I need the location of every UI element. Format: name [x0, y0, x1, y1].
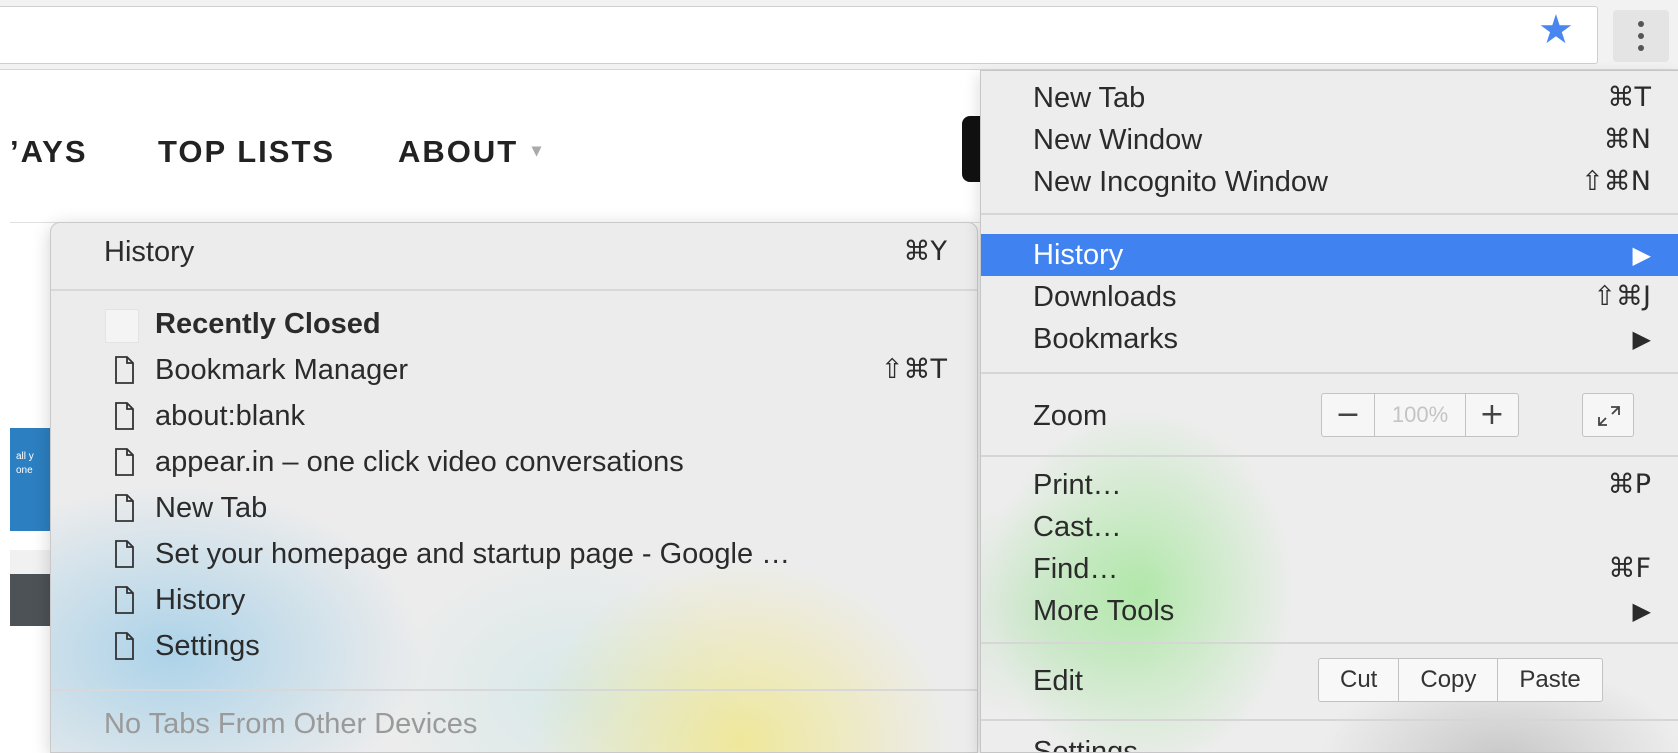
submenu-history-item[interactable]: History ⌘Y	[51, 229, 977, 275]
recently-closed-item-label: New Tab	[155, 492, 268, 524]
zoom-out-button[interactable]: −	[1322, 394, 1374, 436]
no-tabs-other-devices: No Tabs From Other Devices	[51, 701, 977, 747]
menu-separator	[981, 213, 1678, 215]
zoom-level: 100%	[1374, 394, 1466, 436]
menu-dot	[1638, 33, 1644, 39]
document-icon	[115, 540, 134, 568]
history-submenu: History ⌘Y Recently Closed Bookmark Mana…	[50, 222, 978, 753]
document-icon	[115, 356, 134, 384]
menu-separator	[981, 372, 1678, 374]
recently-closed-item-label: Set your homepage and startup page - Goo…	[155, 538, 791, 570]
menu-item-label: Downloads	[1033, 281, 1177, 313]
shortcut-label: ⇧⌘J	[1593, 281, 1651, 312]
menu-item-label: Cast…	[1033, 511, 1122, 543]
document-icon	[115, 586, 134, 614]
menu-item-bookmarks[interactable]: Bookmarks ▶	[981, 318, 1678, 360]
menu-separator	[51, 689, 977, 691]
menu-item-label: Print…	[1033, 469, 1122, 501]
recently-closed-item[interactable]: History	[51, 577, 977, 623]
menu-item-label: Zoom	[1033, 400, 1108, 432]
menu-item-label: New Incognito Window	[1033, 166, 1328, 198]
recently-closed-item-label: about:blank	[155, 400, 305, 432]
nav-link-ways[interactable]: ’AYS	[10, 134, 88, 170]
chrome-main-menu: New Tab ⌘T New Window ⌘N New Incognito W…	[980, 70, 1678, 753]
browser-toolbar: ★	[0, 0, 1678, 70]
menu-item-print[interactable]: Print… ⌘P	[981, 464, 1678, 506]
submenu-arrow-icon: ▶	[1632, 597, 1651, 625]
shortcut-label: ⌘T	[1607, 82, 1652, 113]
shortcut-label: ⌘N	[1603, 124, 1651, 155]
menu-item-downloads[interactable]: Downloads ⇧⌘J	[981, 276, 1678, 318]
menu-separator	[981, 719, 1678, 721]
menu-item-label: Find…	[1033, 553, 1119, 585]
copy-button[interactable]: Copy	[1398, 659, 1497, 701]
edit-controls: Cut Copy Paste	[1318, 658, 1603, 702]
menu-item-edit: Edit Cut Copy Paste	[981, 658, 1678, 704]
menu-separator	[51, 289, 977, 291]
document-icon	[115, 494, 134, 522]
recently-closed-heading: Recently Closed	[51, 301, 977, 347]
no-tabs-label: No Tabs From Other Devices	[104, 708, 478, 740]
star-icon[interactable]: ★	[1538, 10, 1574, 50]
menu-item-history[interactable]: History ▶	[981, 234, 1678, 276]
recently-closed-item[interactable]: Settings	[51, 623, 977, 669]
menu-item-find[interactable]: Find… ⌘F	[981, 548, 1678, 590]
recently-closed-item-label: History	[155, 584, 246, 616]
menu-item-zoom: Zoom − 100% +	[981, 393, 1678, 439]
nav-link-about[interactable]: ABOUT	[398, 134, 518, 170]
menu-item-label: Settings	[1033, 736, 1138, 753]
shortcut-label: ⌘Y	[903, 236, 948, 267]
recently-closed-item-label: appear.in – one click video conversation…	[155, 446, 684, 478]
fullscreen-button[interactable]	[1582, 393, 1634, 437]
nav-link-top-lists[interactable]: TOP LISTS	[158, 134, 335, 170]
menu-item-label: New Tab	[1033, 82, 1146, 114]
zoom-control: − 100% +	[1321, 393, 1519, 437]
cut-button[interactable]: Cut	[1319, 659, 1398, 701]
menu-item-label: New Window	[1033, 124, 1203, 156]
recently-closed-item[interactable]: Bookmark Manager ⇧⌘T	[51, 347, 977, 393]
shortcut-label: ⌘P	[1607, 469, 1651, 500]
recently-closed-item[interactable]: about:blank	[51, 393, 977, 439]
recently-closed-item-label: Bookmark Manager	[155, 354, 409, 386]
shortcut-label: ⌘F	[1608, 553, 1651, 584]
shortcut-label: ⇧⌘N	[1581, 166, 1651, 197]
menu-item-cast[interactable]: Cast…	[981, 506, 1678, 548]
menu-item-new-window[interactable]: New Window ⌘N	[981, 119, 1678, 161]
recently-closed-icon	[105, 309, 139, 343]
menu-separator	[981, 642, 1678, 644]
zoom-in-button[interactable]: +	[1466, 394, 1518, 436]
menu-item-label: Bookmarks	[1033, 323, 1179, 355]
menu-item-more-tools[interactable]: More Tools ▶	[981, 590, 1678, 632]
document-icon	[115, 632, 134, 660]
menu-item-label: More Tools	[1033, 595, 1175, 627]
menu-item-settings[interactable]: Settings	[981, 731, 1678, 753]
recently-closed-item-label: Settings	[155, 630, 260, 662]
shortcut-label: ⇧⌘T	[880, 354, 947, 385]
chevron-down-icon: ▾	[532, 140, 544, 160]
paste-button[interactable]: Paste	[1497, 659, 1601, 701]
recently-closed-item[interactable]: appear.in – one click video conversation…	[51, 439, 977, 485]
menu-item-label: History	[1033, 239, 1124, 271]
fullscreen-icon	[1598, 406, 1620, 426]
kebab-menu-icon[interactable]	[1613, 10, 1669, 62]
submenu-arrow-icon: ▶	[1632, 325, 1651, 353]
address-bar[interactable]	[0, 6, 1598, 64]
recently-closed-item[interactable]: New Tab	[51, 485, 977, 531]
menu-dot	[1638, 21, 1644, 27]
document-icon	[115, 448, 134, 476]
recently-closed-item[interactable]: Set your homepage and startup page - Goo…	[51, 531, 977, 577]
menu-item-new-tab[interactable]: New Tab ⌘T	[981, 77, 1678, 119]
recently-closed-label: Recently Closed	[155, 308, 381, 340]
submenu-history-label: History	[104, 236, 195, 268]
menu-item-label: Edit	[1033, 665, 1083, 697]
menu-item-new-incognito-window[interactable]: New Incognito Window ⇧⌘N	[981, 161, 1678, 203]
menu-separator	[981, 455, 1678, 457]
menu-dot	[1638, 45, 1644, 51]
submenu-arrow-icon: ▶	[1632, 241, 1651, 269]
document-icon	[115, 402, 134, 430]
